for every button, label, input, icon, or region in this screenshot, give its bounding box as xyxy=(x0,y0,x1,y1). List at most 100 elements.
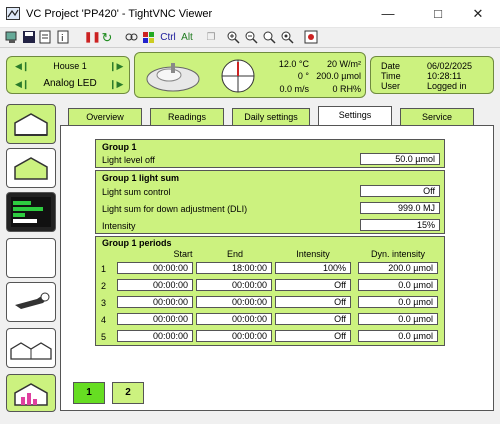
period-start-field[interactable]: 00:00:00 xyxy=(117,279,193,291)
window-title: VC Project 'PP420' - TightVNC Viewer xyxy=(26,8,213,20)
period-start-field[interactable]: 00:00:00 xyxy=(117,296,193,308)
nav-compartments-button[interactable] xyxy=(6,328,56,368)
new-connection-icon[interactable] xyxy=(5,30,19,46)
wind-compass-icon xyxy=(221,59,255,93)
period-intensity-field[interactable]: Off xyxy=(275,330,351,342)
options-icon[interactable] xyxy=(38,30,52,46)
weather-station-icon xyxy=(146,63,200,92)
period-intensity-field[interactable]: Off xyxy=(275,296,351,308)
outside-temperature: 12.0 °C xyxy=(278,59,309,69)
prev-mode-icon[interactable]: ◀❙ xyxy=(15,79,29,90)
user-value: Logged in xyxy=(427,81,467,91)
period-intensity-field[interactable]: Off xyxy=(275,313,351,325)
alt-key-button[interactable]: Alt xyxy=(180,30,194,46)
next-house-icon[interactable]: ❙▶ xyxy=(109,61,123,72)
date-label: Date xyxy=(381,61,401,71)
dli-label: Light sum for down adjustment (DLI) xyxy=(102,204,248,214)
ctrl-alt-del-icon[interactable] xyxy=(124,30,138,46)
period-number: 4 xyxy=(101,315,107,325)
period-start-field[interactable]: 00:00:00 xyxy=(117,313,193,325)
period-number: 1 xyxy=(101,264,107,274)
user-label: User xyxy=(381,81,401,91)
title-bar: VC Project 'PP420' - TightVNC Viewer — □… xyxy=(0,0,500,28)
period-start-field[interactable]: 00:00:00 xyxy=(117,330,193,342)
lightsum-intensity-field[interactable]: 15% xyxy=(360,219,440,231)
house-mode: Analog LED xyxy=(43,78,97,89)
tab-daily-settings[interactable]: Daily settings xyxy=(232,108,310,125)
period-dyn-intensity-field[interactable]: 200.0 µmol xyxy=(358,262,438,274)
group1-section: Group 1 Light level off 50.0 µmol xyxy=(95,139,445,168)
page-2-button[interactable]: 2 xyxy=(112,382,144,404)
radiation-value: 20 W/m² xyxy=(326,59,361,69)
date-value: 06/02/2025 xyxy=(427,61,473,71)
zoom-normal-icon[interactable] xyxy=(262,30,276,46)
ctrl-key-button[interactable]: Ctrl xyxy=(160,30,176,46)
nav-climate-button[interactable] xyxy=(6,148,56,188)
compartments-icon xyxy=(10,342,52,360)
house-name: House 1 xyxy=(53,61,87,71)
period-end-field[interactable]: 00:00:00 xyxy=(196,313,272,325)
save-icon[interactable] xyxy=(22,30,36,46)
light-level-off-field[interactable]: 50.0 µmol xyxy=(360,153,440,165)
group1-title: Group 1 xyxy=(102,142,137,152)
period-dyn-intensity-field[interactable]: 0.0 µmol xyxy=(358,296,438,308)
status-panel: Date 06/02/2025 Time 10:28:11 User Logge… xyxy=(370,56,494,94)
lightsum-title: Group 1 light sum xyxy=(102,173,180,183)
wind-speed: 0.0 m/s xyxy=(279,84,309,94)
light-level-off-label: Light level off xyxy=(102,155,155,165)
windows-key-icon[interactable] xyxy=(142,30,156,46)
graph-icon xyxy=(11,197,51,227)
next-mode-icon[interactable]: ❙▶ xyxy=(109,79,123,90)
lightsum-control-label: Light sum control xyxy=(102,187,171,197)
clipboard-icon[interactable]: ❐ xyxy=(204,30,218,46)
co2-value: 200.0 µmol xyxy=(316,71,361,81)
page-1-button[interactable]: 1 xyxy=(73,382,105,404)
period-number: 5 xyxy=(101,332,107,342)
prev-house-icon[interactable]: ◀❙ xyxy=(15,61,29,72)
nav-graph-button[interactable] xyxy=(6,192,56,232)
fullscreen-icon[interactable] xyxy=(304,30,318,46)
nav-blank-button[interactable] xyxy=(6,238,56,278)
lightsum-intensity-label: Intensity xyxy=(102,221,136,231)
period-end-field[interactable]: 00:00:00 xyxy=(196,279,272,291)
tab-overview[interactable]: Overview xyxy=(68,108,142,125)
dli-field[interactable]: 999.0 MJ xyxy=(360,202,440,214)
tab-readings[interactable]: Readings xyxy=(150,108,224,125)
lightsum-section: Group 1 light sum Light sum control Off … xyxy=(95,170,445,234)
period-end-field[interactable]: 18:00:00 xyxy=(196,262,272,274)
greenhouse-icon xyxy=(14,113,48,136)
nav-lighting-button[interactable] xyxy=(6,374,56,412)
period-dyn-intensity-field[interactable]: 0.0 µmol xyxy=(358,313,438,325)
period-end-field[interactable]: 00:00:00 xyxy=(196,330,272,342)
wrench-icon xyxy=(15,292,50,309)
nav-service-button[interactable] xyxy=(6,282,56,322)
period-end-field[interactable]: 00:00:00 xyxy=(196,296,272,308)
lightsum-control-field[interactable]: Off xyxy=(360,185,440,197)
minimize-button[interactable]: — xyxy=(365,0,411,28)
periods-title: Group 1 periods xyxy=(102,238,172,248)
period-number: 2 xyxy=(101,281,107,291)
svg-text:i: i xyxy=(61,34,64,44)
refresh-icon[interactable]: ↻ xyxy=(100,30,114,46)
wind-direction: 0 ° xyxy=(297,71,309,81)
period-start-field[interactable]: 00:00:00 xyxy=(117,262,193,274)
period-intensity-field[interactable]: Off xyxy=(275,279,351,291)
zoom-auto-icon[interactable] xyxy=(280,30,294,46)
greenhouse-climate-icon xyxy=(14,157,48,180)
app-icon xyxy=(6,7,20,20)
time-value: 10:28:11 xyxy=(427,71,462,81)
zoom-in-icon[interactable] xyxy=(226,30,240,46)
zoom-out-icon[interactable] xyxy=(244,30,258,46)
pause-icon[interactable]: ❚❚ xyxy=(84,30,101,46)
intensity-header: Intensity xyxy=(296,249,330,259)
tab-service[interactable]: Service xyxy=(400,108,474,125)
nav-greenhouse-button[interactable] xyxy=(6,104,56,144)
period-intensity-field[interactable]: 100% xyxy=(275,262,351,274)
time-label: Time xyxy=(381,71,401,81)
period-dyn-intensity-field[interactable]: 0.0 µmol xyxy=(358,279,438,291)
end-header: End xyxy=(226,249,243,259)
close-button[interactable]: ✕ xyxy=(455,0,500,28)
period-dyn-intensity-field[interactable]: 0.0 µmol xyxy=(358,330,438,342)
tab-settings[interactable]: Settings xyxy=(318,106,392,126)
info-icon[interactable]: i xyxy=(56,30,70,46)
